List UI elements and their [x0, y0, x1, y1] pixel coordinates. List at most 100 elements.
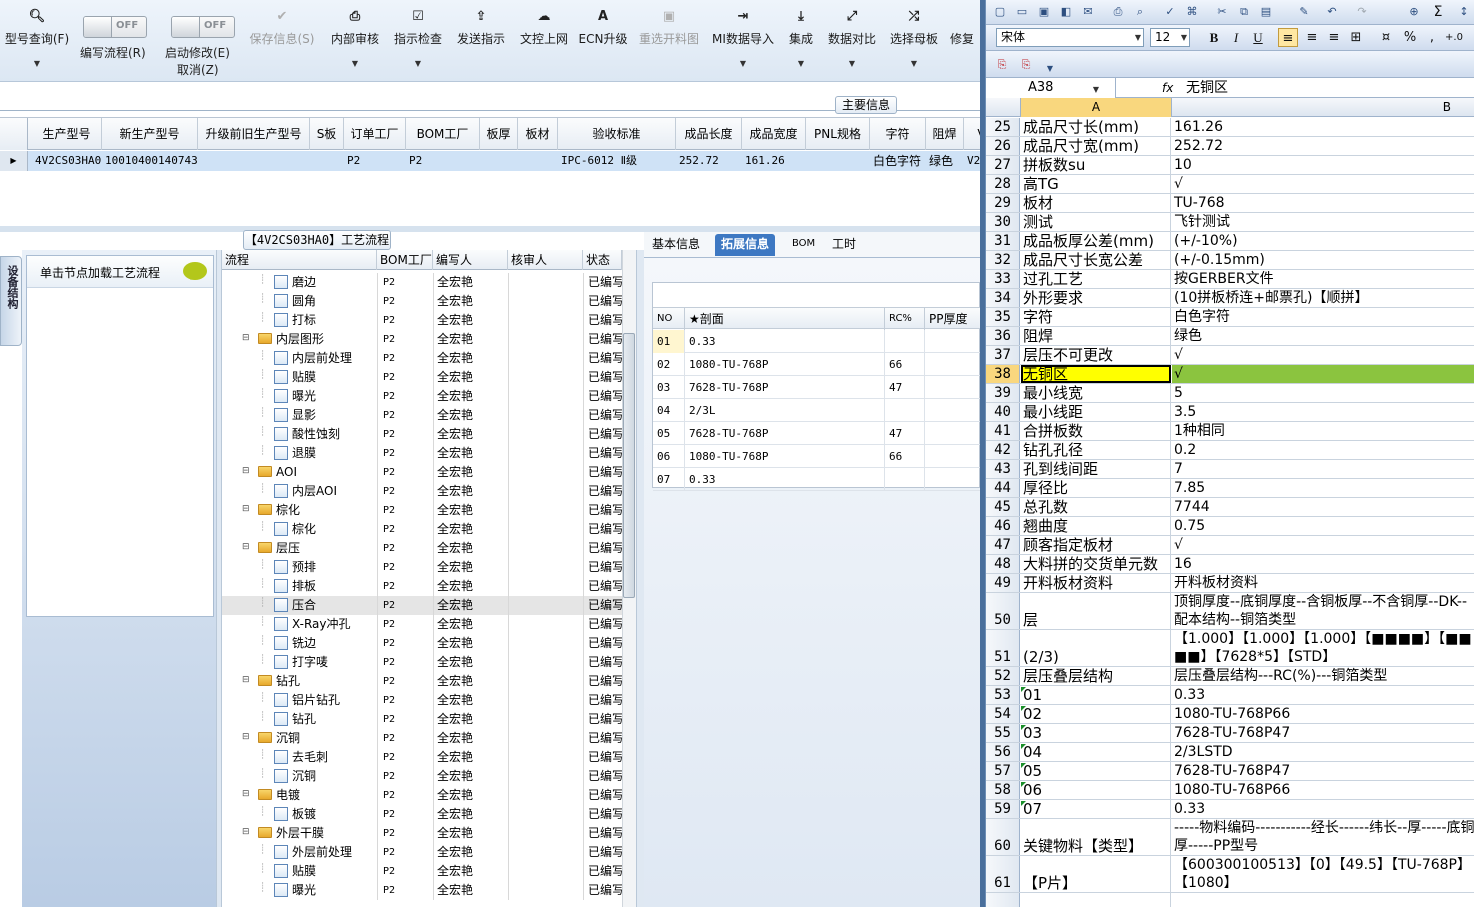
row-header[interactable]: 47: [986, 536, 1020, 554]
tab-work-hours[interactable]: 工时: [826, 234, 862, 256]
write-flow-toggle[interactable]: OFF: [83, 16, 147, 38]
col-header[interactable]: 流程: [222, 250, 377, 270]
cell-a[interactable]: 最小线距: [1021, 403, 1171, 421]
start-modify-toggle[interactable]: OFF: [171, 16, 235, 38]
font-size-select[interactable]: 12 ▼: [1150, 28, 1190, 47]
row-header[interactable]: 35: [986, 308, 1020, 326]
tree-node[interactable]: ┊ 曝光 P2 全宏艳 已编写: [222, 881, 624, 900]
cell-b[interactable]: 7628-TU-768P47: [1172, 724, 1474, 742]
cell-a[interactable]: 成品板厚公差(mm): [1021, 232, 1171, 250]
align-right-button[interactable]: ≡: [1324, 28, 1344, 47]
cell-a[interactable]: 阻焊: [1021, 327, 1171, 345]
cell-b[interactable]: 1种相同: [1172, 422, 1474, 440]
col-header[interactable]: BOM工厂: [406, 118, 480, 150]
row-header[interactable]: 53: [986, 686, 1020, 704]
merge-center-button[interactable]: ⊞: [1346, 28, 1366, 47]
cell-b[interactable]: 0.33: [1172, 800, 1474, 818]
tree-node[interactable]: ┊ 酸性蚀刻 P2 全宏艳 已编写: [222, 425, 624, 444]
row-header[interactable]: 59: [986, 800, 1020, 818]
cell-a[interactable]: 翘曲度: [1021, 517, 1171, 535]
col-header[interactable]: 编写人: [433, 250, 508, 270]
paste-icon[interactable]: ▤: [1258, 4, 1274, 20]
tree-node[interactable]: ┊ 内层AOI P2 全宏艳 已编写: [222, 482, 624, 501]
row-header[interactable]: 42: [986, 441, 1020, 459]
row-header[interactable]: 29: [986, 194, 1020, 212]
stackup-row[interactable]: 02 1080-TU-768P 66: [653, 353, 980, 376]
col-header[interactable]: 成品长度: [676, 118, 742, 150]
col-header[interactable]: 板材: [518, 118, 558, 150]
cell-b[interactable]: 161.26: [1172, 118, 1474, 136]
select-motherboard-button[interactable]: ⤮ 选择母板 ▼: [887, 8, 941, 78]
cell-b[interactable]: √: [1172, 175, 1474, 193]
data-compare-button[interactable]: ⤢ 数据对比 ▼: [825, 8, 879, 78]
cell-a[interactable]: 05: [1021, 762, 1171, 780]
pdf-icon[interactable]: ⎘: [994, 57, 1010, 73]
research-icon[interactable]: ⌘: [1184, 4, 1200, 20]
cell-a[interactable]: 层压不可更改: [1021, 346, 1171, 364]
stackup-row[interactable]: 05 7628-TU-768P 47: [653, 422, 980, 445]
cell-a[interactable]: 03: [1021, 724, 1171, 742]
row-header[interactable]: 46: [986, 517, 1020, 535]
tree-node[interactable]: ┊ 贴膜 P2 全宏艳 已编写: [222, 862, 624, 881]
tree-node[interactable]: ┊ 内层前处理 P2 全宏艳 已编写: [222, 349, 624, 368]
main-info-tab[interactable]: 主要信息: [835, 96, 897, 114]
row-header[interactable]: 38: [986, 365, 1020, 383]
col-header[interactable]: S板: [310, 118, 344, 150]
load-flow-header[interactable]: 单击节点加载工艺流程: [27, 256, 213, 288]
cell-b[interactable]: 7744: [1172, 498, 1474, 516]
col-header[interactable]: 验收标准: [558, 118, 676, 150]
spellcheck-icon[interactable]: ✓: [1162, 4, 1178, 20]
cell-b[interactable]: 5: [1172, 384, 1474, 402]
tree-node[interactable]: ┊ 沉铜 P2 全宏艳 已编写: [222, 767, 624, 786]
cell-b[interactable]: 开料板材资料: [1172, 574, 1474, 592]
cell-a[interactable]: 顾客指定板材: [1021, 536, 1171, 554]
cell-b[interactable]: 252.72: [1172, 137, 1474, 155]
column-header-a[interactable]: A: [1021, 98, 1172, 117]
tree-node[interactable]: ┊ 压合 P2 全宏艳 已编写: [222, 596, 624, 615]
tree-node[interactable]: ┊ 铣边 P2 全宏艳 已编写: [222, 634, 624, 653]
redo-icon[interactable]: ↷: [1354, 4, 1370, 20]
cancel-label[interactable]: 取消(Z): [177, 61, 219, 78]
increase-decimal-button[interactable]: +.0: [1444, 28, 1464, 47]
save-icon[interactable]: ▣: [1036, 4, 1052, 20]
cell-a[interactable]: 板材: [1021, 194, 1171, 212]
tree-node[interactable]: ┊ 磨边 P2 全宏艳 已编写: [222, 273, 624, 292]
cell-b[interactable]: (10拼板桥连+邮票孔)【顺拼】: [1172, 289, 1474, 307]
cell-b[interactable]: 飞针测试: [1172, 213, 1474, 231]
row-header[interactable]: 58: [986, 781, 1020, 799]
row-header[interactable]: 37: [986, 346, 1020, 364]
tree-node[interactable]: ⊟ 电镀 P2 全宏艳 已编写: [222, 786, 624, 805]
tree-node[interactable]: ┊ 贴膜 P2 全宏艳 已编写: [222, 368, 624, 387]
collapse-icon[interactable]: ⊟: [242, 466, 250, 476]
cell-b[interactable]: 7: [1172, 460, 1474, 478]
mi-data-import-button[interactable]: ⇥ MI数据导入 ▼: [710, 8, 776, 78]
cell-a[interactable]: 外形要求: [1021, 289, 1171, 307]
tree-node[interactable]: ┊ 曝光 P2 全宏艳 已编写: [222, 387, 624, 406]
stackup-row[interactable]: 04 2/3L: [653, 399, 980, 422]
stackup-row[interactable]: 01 0.33: [653, 330, 980, 353]
col-header[interactable]: 新生产型号: [102, 118, 198, 150]
collapse-icon[interactable]: ⊟: [242, 504, 250, 514]
tree-node[interactable]: ┊ 铝片钻孔 P2 全宏艳 已编写: [222, 691, 624, 710]
tree-node[interactable]: ⊟ 层压 P2 全宏艳 已编写: [222, 539, 624, 558]
currency-button[interactable]: ¤: [1376, 28, 1396, 47]
row-header[interactable]: 27: [986, 156, 1020, 174]
tree-node[interactable]: ⊟ 沉铜 P2 全宏艳 已编写: [222, 729, 624, 748]
row-header[interactable]: 33: [986, 270, 1020, 288]
bold-button[interactable]: B: [1204, 28, 1224, 47]
tab-basic-info[interactable]: 基本信息: [646, 234, 706, 256]
repair-button[interactable]: 修复: [950, 8, 980, 78]
row-header[interactable]: 31: [986, 232, 1020, 250]
cell-a[interactable]: (2/3): [1021, 630, 1171, 666]
copy-icon[interactable]: ⧉: [1236, 4, 1252, 20]
stackup-row[interactable]: 03 7628-TU-768P 47: [653, 376, 980, 399]
col-header[interactable]: 字符: [870, 118, 926, 150]
permission-icon[interactable]: ◧: [1058, 4, 1074, 20]
row-header[interactable]: 60: [986, 819, 1020, 855]
cell-b[interactable]: 0.75: [1172, 517, 1474, 535]
tree-node[interactable]: ┊ 钻孔 P2 全宏艳 已编写: [222, 710, 624, 729]
cell-a[interactable]: 测试: [1021, 213, 1171, 231]
tree-node[interactable]: ┊ 棕化 P2 全宏艳 已编写: [222, 520, 624, 539]
row-header[interactable]: 49: [986, 574, 1020, 592]
cell-b[interactable]: 按GERBER文件: [1172, 270, 1474, 288]
